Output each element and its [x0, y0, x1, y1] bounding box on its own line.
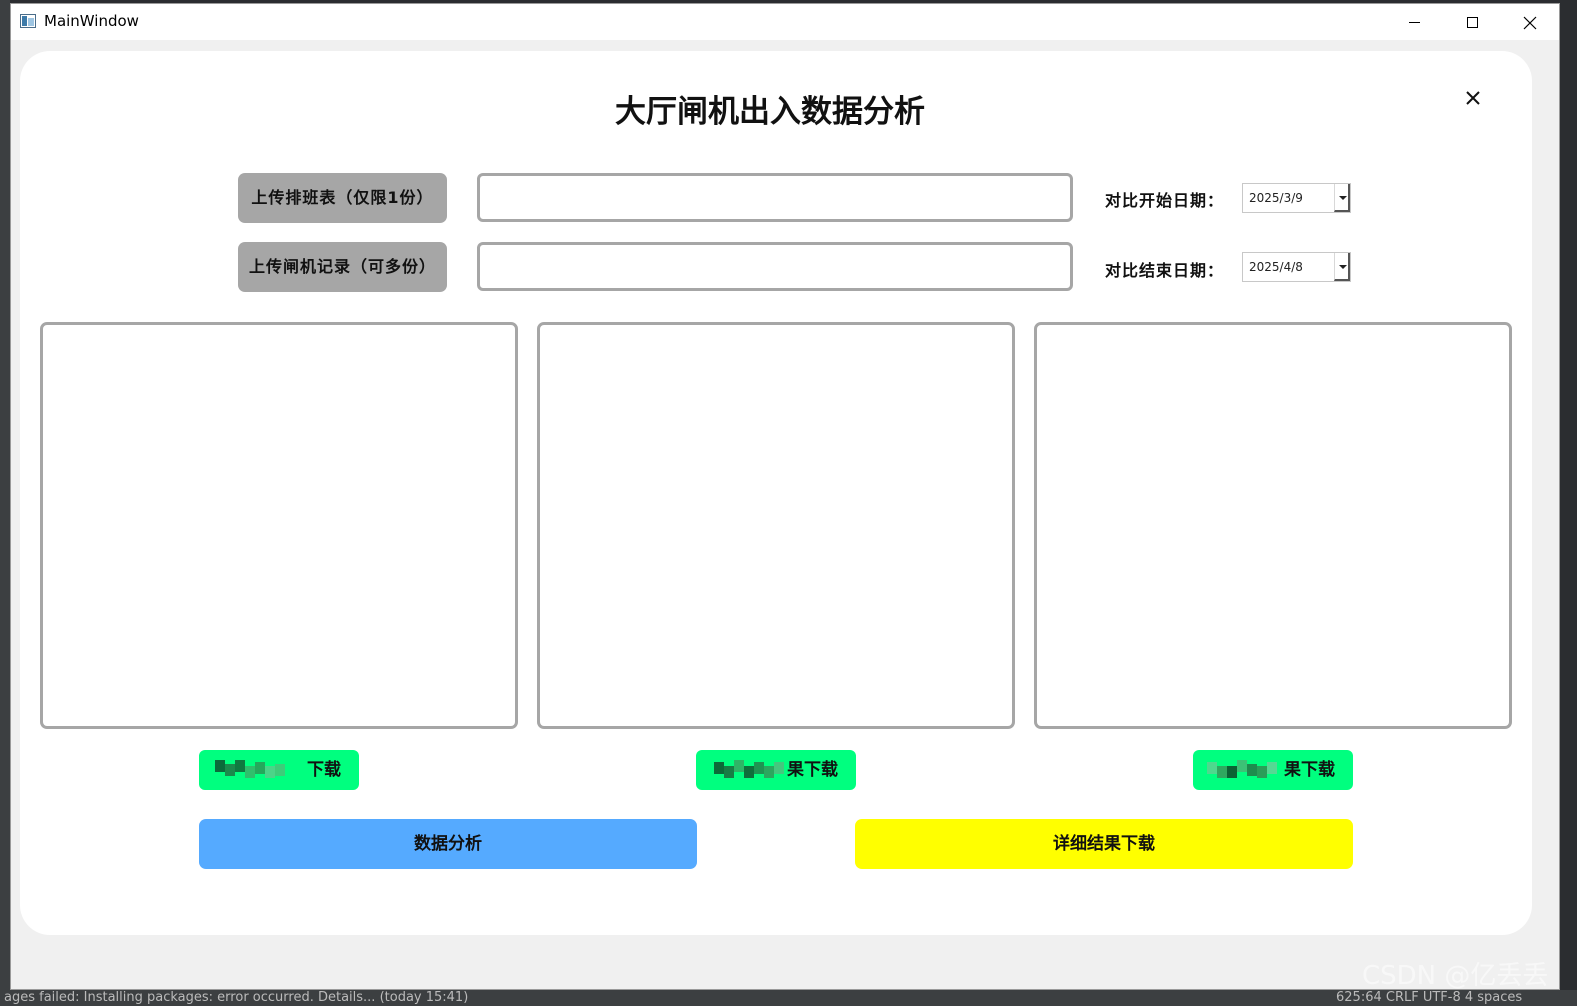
- pixelated-label: [215, 758, 293, 782]
- detail-download-button[interactable]: 详细结果下载: [855, 819, 1353, 869]
- main-window: MainWindow 大厅闸机出入数据分析 上传排班表（仅限1份） 对比开始日期…: [10, 3, 1560, 990]
- result-panel-left[interactable]: [40, 322, 518, 729]
- pixelated-label: [1207, 758, 1285, 782]
- start-date-label: 对比开始日期：: [1105, 191, 1225, 210]
- ide-left-gutter: [0, 0, 10, 1006]
- start-date-value: 2025/3/9: [1249, 191, 1303, 205]
- minimize-icon: [1408, 22, 1420, 23]
- result-panel-middle[interactable]: [537, 322, 1015, 729]
- download-left-button[interactable]: 下载: [199, 750, 359, 790]
- download-right-label: 果下载: [1284, 760, 1335, 780]
- close-icon: [1523, 16, 1537, 29]
- main-card: 大厅闸机出入数据分析 上传排班表（仅限1份） 对比开始日期： 2025/3/9 …: [20, 51, 1532, 935]
- minimize-button[interactable]: [1385, 4, 1443, 40]
- analyze-button[interactable]: 数据分析: [199, 819, 697, 869]
- ide-status-bar: ages failed: Installing packages: error …: [0, 990, 1577, 1006]
- app-window-icon: [20, 14, 36, 28]
- page-title: 大厅闸机出入数据分析: [615, 94, 925, 130]
- download-middle-label: 果下载: [787, 760, 838, 780]
- chevron-down-icon[interactable]: [1334, 184, 1350, 212]
- ide-right-gutter: [1560, 0, 1577, 1006]
- ide-status-message: ages failed: Installing packages: error …: [4, 990, 469, 1005]
- download-right-button[interactable]: 果下载: [1193, 750, 1353, 790]
- maximize-button[interactable]: [1443, 4, 1501, 40]
- upload-schedule-button[interactable]: 上传排班表（仅限1份）: [238, 173, 447, 223]
- end-date-label: 对比结束日期：: [1105, 261, 1225, 280]
- start-date-picker[interactable]: 2025/3/9: [1242, 183, 1351, 213]
- ide-status-info: 625:64 CRLF UTF-8 4 spaces: [1336, 990, 1523, 1005]
- close-icon: [1466, 91, 1480, 105]
- download-left-label: 下载: [307, 760, 341, 780]
- end-date-picker[interactable]: 2025/4/8: [1242, 252, 1351, 282]
- chevron-down-icon[interactable]: [1334, 253, 1350, 281]
- title-bar[interactable]: MainWindow: [11, 4, 1559, 40]
- csdn-watermark: CSDN @亿丢丢: [1362, 961, 1549, 991]
- end-date-value: 2025/4/8: [1249, 260, 1303, 274]
- card-close-button[interactable]: [1460, 85, 1486, 111]
- download-middle-button[interactable]: 果下载: [696, 750, 856, 790]
- schedule-path-field[interactable]: [477, 173, 1073, 222]
- window-title: MainWindow: [44, 12, 139, 30]
- gate-records-path-field[interactable]: [477, 242, 1073, 291]
- pixelated-label: [714, 758, 786, 782]
- result-panel-right[interactable]: [1034, 322, 1512, 729]
- upload-gate-records-button[interactable]: 上传闸机记录（可多份）: [238, 242, 447, 292]
- maximize-icon: [1466, 17, 1478, 28]
- window-close-button[interactable]: [1501, 4, 1559, 40]
